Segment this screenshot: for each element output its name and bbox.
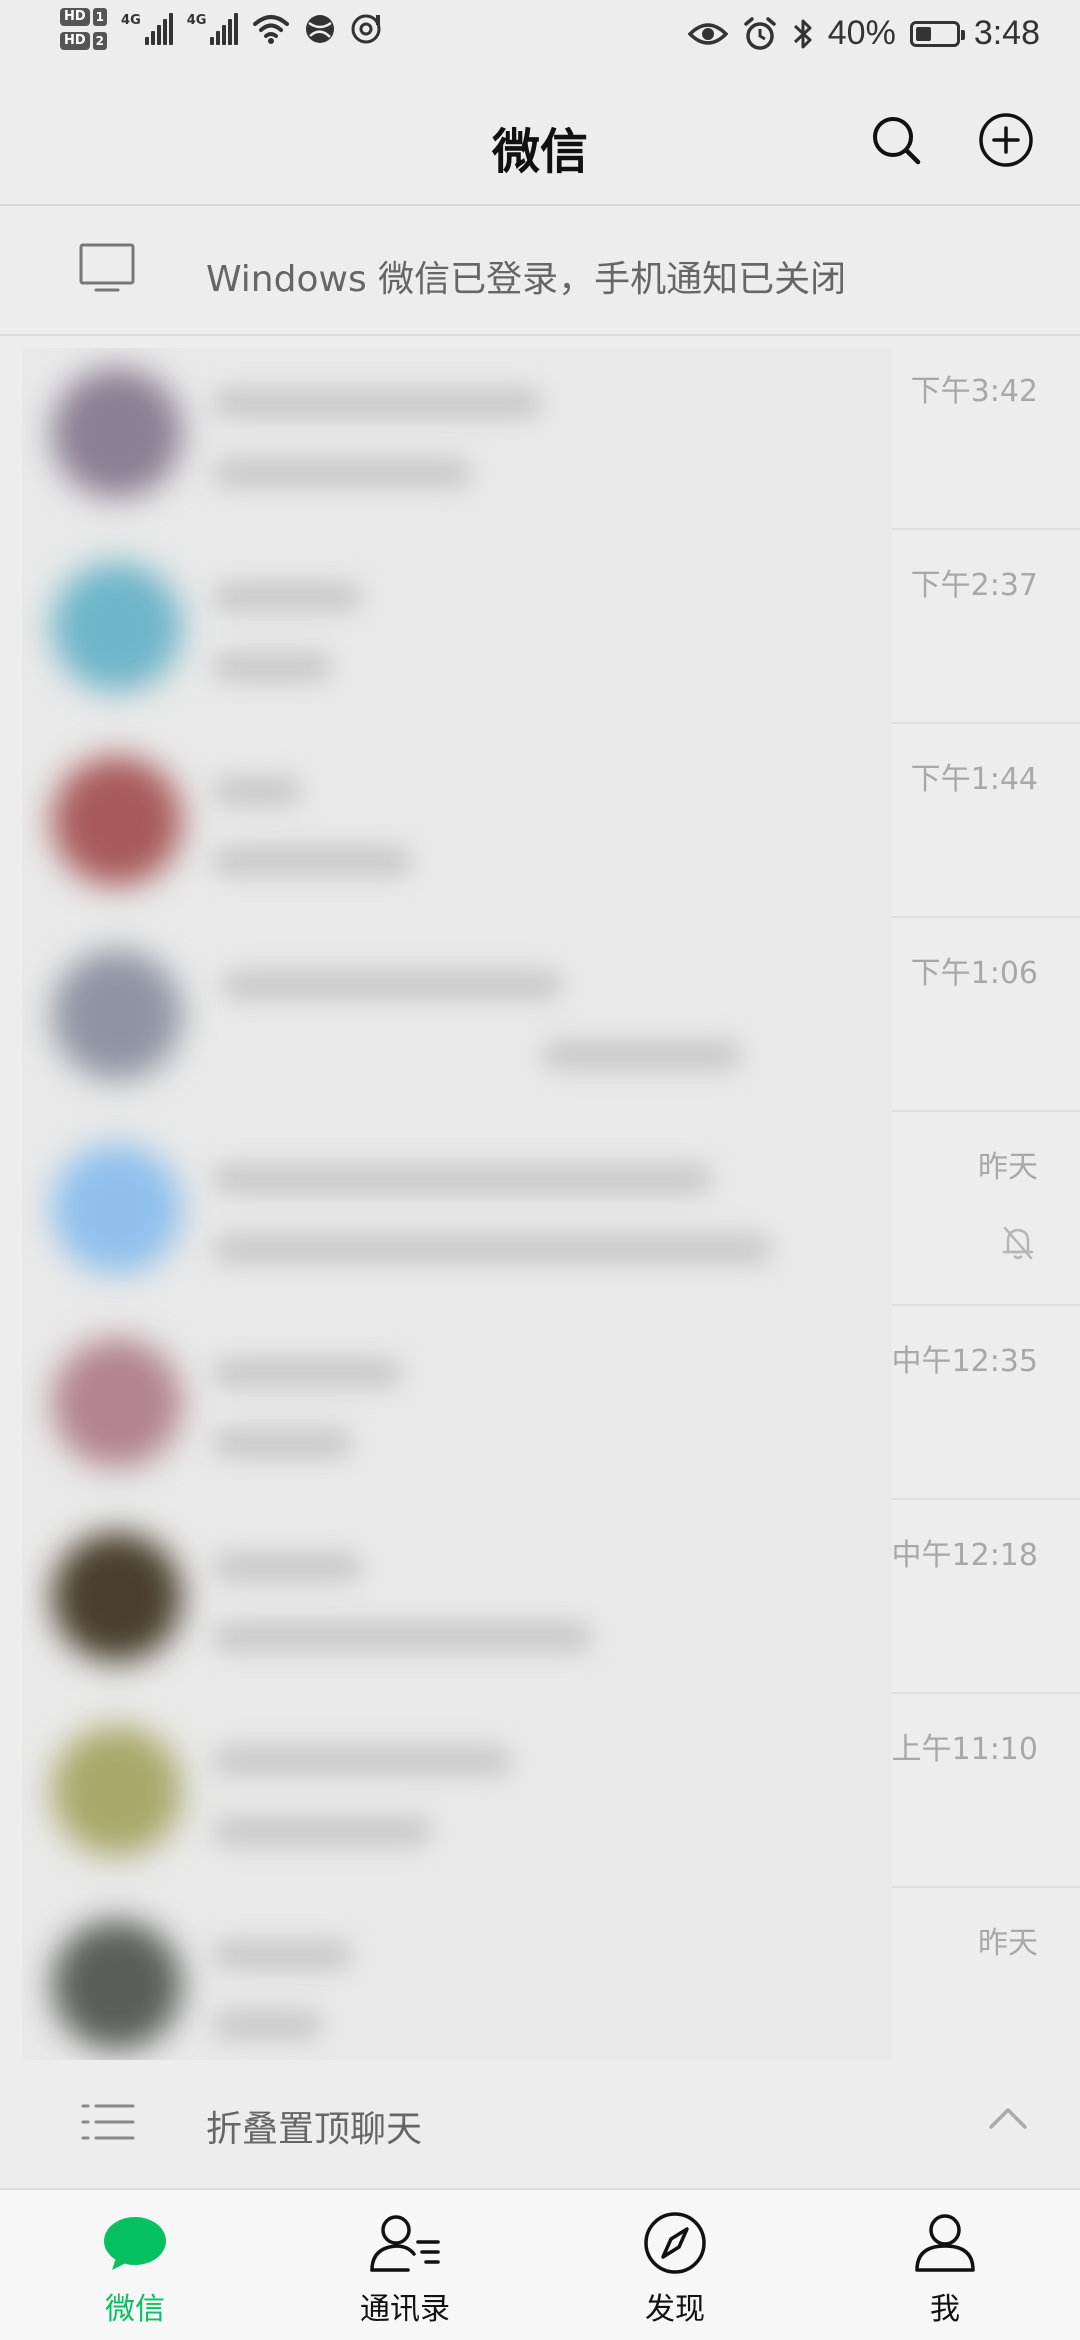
chat-bubble-icon xyxy=(104,2217,166,2270)
chat-time: 昨天 xyxy=(978,1926,1038,1961)
chat-time: 下午1:06 xyxy=(910,956,1038,991)
tab-me[interactable]: 我 xyxy=(810,2190,1080,2340)
wifi-icon xyxy=(253,15,290,44)
hd1-number: 1 xyxy=(92,8,108,26)
chat-row[interactable]: 昨天 xyxy=(0,1888,1080,2082)
hd-indicators: HD 1 HD 2 xyxy=(60,8,108,50)
tab-discover-label: 发现 xyxy=(645,2292,705,2327)
tab-discover[interactable]: 发现 xyxy=(540,2190,810,2340)
alarm-icon xyxy=(744,16,776,50)
chat-time: 下午3:42 xyxy=(910,374,1038,409)
status-right: 40% 3:48 xyxy=(687,14,1040,53)
search-icon xyxy=(873,117,921,165)
nfc-icon xyxy=(351,14,381,44)
person-icon xyxy=(915,2214,975,2272)
tab-contacts[interactable]: 通讯录 xyxy=(270,2190,540,2340)
chat-time: 下午2:37 xyxy=(910,568,1038,603)
chat-row[interactable]: 下午2:37 xyxy=(0,530,1080,724)
contacts-icon xyxy=(370,2215,440,2272)
tab-chats-label: 微信 xyxy=(105,2292,165,2327)
battery-fill xyxy=(915,26,931,41)
ball-icon xyxy=(306,15,335,43)
fold-pinned-chats[interactable]: 折叠置顶聊天 xyxy=(0,2060,1080,2186)
list-icon xyxy=(81,2104,135,2140)
eye-icon xyxy=(687,22,728,45)
bluetooth-icon xyxy=(793,19,812,48)
search-button[interactable] xyxy=(866,110,926,170)
status-bar: HD 1 HD 2 4G 4G 40% 3:48 xyxy=(0,0,1080,70)
battery-icon xyxy=(909,20,965,47)
compass-icon xyxy=(644,2212,706,2274)
chat-list: 下午3:42 下午2:37 下午1:44 下午1:06 昨天 中午12:35 中午12:18… xyxy=(0,336,1080,2082)
tab-me-label: 我 xyxy=(930,2292,960,2327)
top-header: 微信 xyxy=(0,70,1080,206)
chat-row[interactable]: 中午12:18 xyxy=(0,1500,1080,1694)
chat-row[interactable]: 下午1:44 xyxy=(0,724,1080,918)
hd2-number: 2 xyxy=(92,32,108,50)
login-banner-text: Windows 微信已登录，手机通知已关闭 xyxy=(206,259,847,300)
tab-chats[interactable]: 微信 xyxy=(0,2190,270,2340)
chat-time: 中午12:35 xyxy=(891,1344,1038,1379)
hd2-label: HD xyxy=(60,32,90,50)
hd1-label: HD xyxy=(60,8,90,26)
wechat-screen: HD 1 HD 2 4G 4G 40% 3:48 微信 Windows 微信已登… xyxy=(0,0,1080,2340)
fold-pinned-label: 折叠置顶聊天 xyxy=(206,2109,423,2150)
status-left: HD 1 HD 2 4G 4G xyxy=(60,8,382,50)
tab-contacts-label: 通讯录 xyxy=(360,2292,450,2327)
monitor-icon xyxy=(79,243,135,292)
status-clock: 3:48 xyxy=(973,14,1040,52)
chat-time: 下午1:44 xyxy=(910,762,1038,797)
chat-row[interactable]: 下午1:06 xyxy=(0,918,1080,1112)
bottom-tab-bar: 微信 通讯录 发现 我 xyxy=(0,2188,1080,2340)
muted-bell-icon xyxy=(1002,1226,1034,1260)
network-1-label: 4G xyxy=(121,13,141,28)
plus-circle-icon xyxy=(979,113,1033,167)
battery-percent: 40% xyxy=(827,14,896,52)
windows-login-banner[interactable]: Windows 微信已登录，手机通知已关闭 xyxy=(0,206,1080,336)
signal-2-icon: 4G xyxy=(187,13,239,45)
add-button[interactable] xyxy=(976,110,1036,170)
hd2-indicator: HD 2 xyxy=(60,32,108,50)
signal-1-icon: 4G xyxy=(121,13,173,45)
chat-row[interactable]: 中午12:35 xyxy=(0,1306,1080,1500)
chat-time: 中午12:18 xyxy=(891,1538,1038,1573)
chat-time: 上午11:10 xyxy=(891,1732,1038,1767)
chevron-up-icon[interactable] xyxy=(988,2106,1028,2130)
network-2-label: 4G xyxy=(186,13,207,28)
hd1-indicator: HD 1 xyxy=(60,8,108,26)
chat-row[interactable]: 昨天 xyxy=(0,1112,1080,1306)
chat-time: 昨天 xyxy=(978,1150,1038,1185)
chat-row[interactable]: 下午3:42 xyxy=(0,336,1080,530)
chat-row[interactable]: 上午11:10 xyxy=(0,1694,1080,1888)
